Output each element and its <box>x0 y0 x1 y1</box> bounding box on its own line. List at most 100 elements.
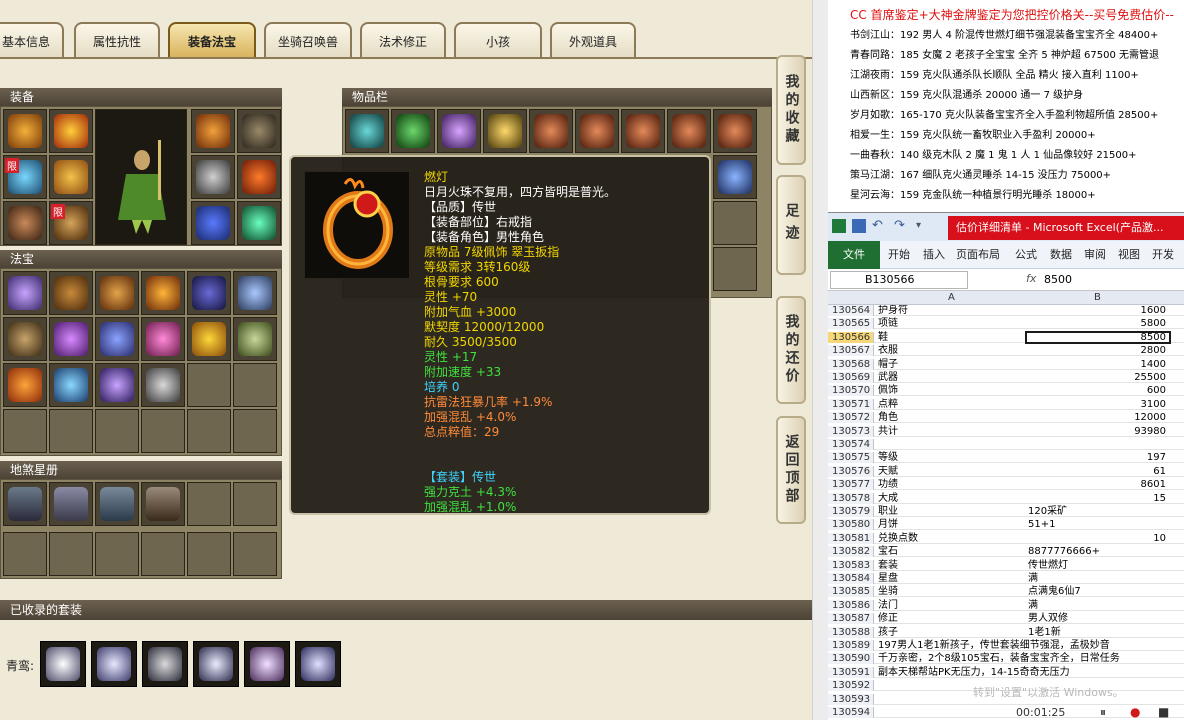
equip-slot-ring-right[interactable] <box>237 155 281 199</box>
ribbon-tab-view[interactable]: 视图 <box>1118 241 1140 269</box>
table-row[interactable]: 130587 修正 男人双修 <box>828 613 1184 625</box>
cell-a[interactable]: 佩饰 <box>878 385 1026 396</box>
ad-line[interactable]: 相爱一生：159 克火队统一畜牧职业入手盈利 20000+ <box>850 126 1096 141</box>
my-favorites-button[interactable]: 我的收藏 <box>776 55 806 165</box>
cell-a[interactable]: 鞋 <box>878 332 1026 343</box>
cell-a[interactable]: 点粹 <box>878 399 1026 410</box>
row-number[interactable]: 130568 <box>828 358 874 370</box>
treasure-slot[interactable] <box>141 317 185 361</box>
inventory-slot[interactable] <box>621 109 665 153</box>
treasure-slot-empty[interactable] <box>49 409 93 453</box>
undo-icon[interactable]: ↶ <box>872 219 886 233</box>
cell-b[interactable]: 12000 <box>1026 412 1170 423</box>
star-card-slot[interactable] <box>3 482 47 526</box>
cell-b[interactable]: 51+1 <box>1028 519 1178 530</box>
table-row[interactable]: 130584 星盘满 <box>828 573 1184 584</box>
table-row[interactable]: 130571 点粹 3100 <box>828 398 1184 410</box>
row-number[interactable]: 130571 <box>828 398 874 410</box>
row-number[interactable]: 130590 <box>828 653 874 665</box>
cell-b[interactable]: 600 <box>1026 385 1170 396</box>
row-number[interactable]: 130578 <box>828 492 874 504</box>
tab-equipment-treasure[interactable]: 装备法宝 <box>168 22 256 58</box>
cell-a[interactable]: 套装 <box>878 560 1026 571</box>
row-number[interactable]: 130572 <box>828 412 874 424</box>
treasure-slot[interactable] <box>3 317 47 361</box>
cell-a[interactable]: 孩子 <box>878 627 1026 638</box>
star-card-slot[interactable] <box>95 482 139 526</box>
row-number[interactable]: 130577 <box>828 479 874 491</box>
ad-line[interactable]: 策马江湖：167 细队克火通灵睡杀 14-15 没压力 75000+ <box>850 166 1111 181</box>
row-number[interactable]: 130574 <box>828 439 874 450</box>
record-icon[interactable]: ● <box>1130 705 1140 719</box>
table-row[interactable]: 130573 共计 93980 <box>828 425 1184 437</box>
inventory-slot[interactable] <box>391 109 435 153</box>
set-piece-slot[interactable] <box>244 641 290 687</box>
ribbon-tab-home[interactable]: 开始 <box>888 241 910 269</box>
ribbon-tab-review[interactable]: 审阅 <box>1084 241 1106 269</box>
cell-a[interactable]: 项链 <box>878 318 1026 329</box>
table-row[interactable]: 130567 衣服 2800 <box>828 345 1184 357</box>
row-number[interactable]: 130587 <box>828 613 874 625</box>
ribbon-tab-developer[interactable]: 开发工 <box>1152 241 1184 289</box>
treasure-slot-empty[interactable] <box>233 363 277 407</box>
table-row[interactable]: 130576 天赋 61 <box>828 465 1184 477</box>
cell-b[interactable]: 93980 <box>1026 426 1170 437</box>
inventory-slot[interactable] <box>529 109 573 153</box>
ribbon-tab-layout[interactable]: 页面布局 <box>956 241 1000 269</box>
table-row[interactable]: 130577 功绩 8601 <box>828 479 1184 491</box>
cell-b[interactable]: 传世燃灯 <box>1028 560 1178 571</box>
row-number[interactable]: 130588 <box>828 626 874 638</box>
inventory-slot[interactable] <box>713 155 757 199</box>
row-number[interactable]: 130582 <box>828 546 874 558</box>
inventory-slot[interactable] <box>667 109 711 153</box>
my-bargain-button[interactable]: 我的还价 <box>776 296 806 404</box>
cell-a[interactable]: 角色 <box>878 412 1026 423</box>
cell-a[interactable]: 帽子 <box>878 359 1026 370</box>
cell-b[interactable]: 满 <box>1028 573 1178 584</box>
table-row[interactable]: 130582 宝石 8877776666+ <box>828 546 1184 558</box>
star-card-slot-empty[interactable] <box>233 532 277 576</box>
ribbon-tab-insert[interactable]: 插入 <box>923 241 945 269</box>
ribbon-tab-data[interactable]: 数据 <box>1050 241 1072 269</box>
row-number[interactable]: 130581 <box>828 532 874 544</box>
cell-a[interactable]: 武器 <box>878 372 1026 383</box>
treasure-slot-empty[interactable] <box>187 409 231 453</box>
equip-slot-crown[interactable] <box>49 109 93 153</box>
equip-slot-shoes[interactable]: 限 <box>49 201 93 245</box>
table-row[interactable]: 130568 帽子 1400 <box>828 358 1184 370</box>
treasure-slot[interactable] <box>187 271 231 315</box>
star-card-slot[interactable] <box>49 482 93 526</box>
file-tab[interactable]: 文件 <box>828 241 880 269</box>
equip-slot-bracelet[interactable] <box>191 201 235 245</box>
cell-a[interactable]: 天赋 <box>878 466 1026 477</box>
ad-line[interactable]: 岁月如歌：165-170 克火队装备宝宝齐全入手盈利物超所值 28500+ <box>850 106 1158 121</box>
cell-b[interactable]: 15 <box>1026 493 1170 504</box>
cell-a[interactable]: 坐骑 <box>878 586 1026 597</box>
treasure-slot[interactable] <box>3 363 47 407</box>
row-number[interactable]: 130584 <box>828 573 874 584</box>
row-number[interactable]: 130585 <box>828 586 874 598</box>
inventory-slot[interactable] <box>437 109 481 153</box>
table-row[interactable]: 130581 兑换点数 10 <box>828 532 1184 544</box>
treasure-slot[interactable] <box>141 271 185 315</box>
set-piece-slot[interactable] <box>91 641 137 687</box>
row-number[interactable]: 130589 <box>828 640 874 651</box>
tab-appearance-items[interactable]: 外观道具 <box>550 22 636 58</box>
tab-spell-correction[interactable]: 法术修正 <box>360 22 446 58</box>
row-number[interactable]: 130567 <box>828 345 874 357</box>
treasure-slot[interactable] <box>3 271 47 315</box>
treasure-slot[interactable] <box>233 317 277 361</box>
set-piece-slot[interactable] <box>142 641 188 687</box>
cell-a[interactable]: 衣服 <box>878 345 1026 356</box>
treasure-slot[interactable] <box>187 317 231 361</box>
row-number[interactable]: 130592 <box>828 680 874 692</box>
ad-line[interactable]: 山西新区：159 克火队混通杀 20000 通一 7 级护身 <box>850 86 1083 101</box>
cell-b[interactable]: 3100 <box>1026 399 1170 410</box>
inventory-slot[interactable] <box>575 109 619 153</box>
ad-line[interactable]: 书剑江山：192 男人 4 阶混传世燃灯细节强混装备宝宝齐全 48400+ <box>850 26 1158 41</box>
stop-icon[interactable]: ■ <box>1158 705 1169 719</box>
cell-a[interactable]: 星盘 <box>878 573 1026 584</box>
treasure-slot[interactable] <box>49 271 93 315</box>
cell-b[interactable]: 8500 <box>1025 330 1171 344</box>
cell-a[interactable]: 法门 <box>878 600 1026 611</box>
